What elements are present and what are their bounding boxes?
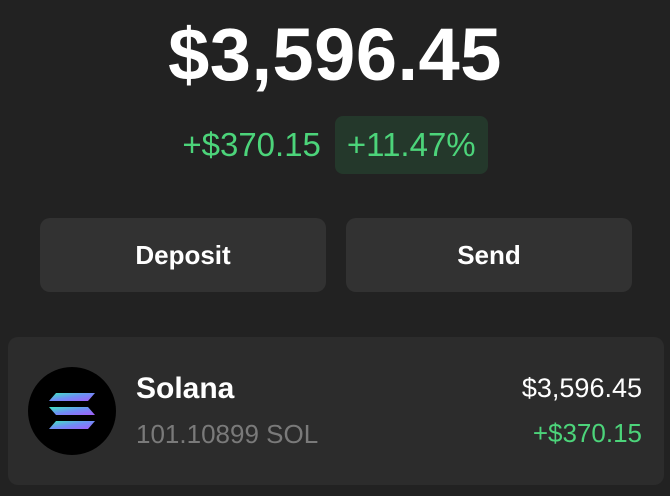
total-balance: $3,596.45 <box>168 13 502 96</box>
token-value: $3,596.45 <box>521 373 642 403</box>
solana-logo-icon <box>28 367 116 455</box>
token-name: Solana <box>136 372 235 405</box>
token-row-solana[interactable]: Solana 101.10899 SOL $3,596.45 +$370.15 <box>8 337 664 485</box>
change-percent-badge: +11.47% <box>334 116 488 174</box>
send-button[interactable]: Send <box>346 218 632 292</box>
change-amount: +$370.15 <box>182 126 321 163</box>
balance-change-row: +$370.15 +11.47% <box>0 116 670 174</box>
action-buttons: Deposit Send <box>40 218 632 292</box>
token-change: +$370.15 <box>532 418 642 448</box>
deposit-button[interactable]: Deposit <box>40 218 326 292</box>
token-amount: 101.10899 SOL <box>136 419 319 449</box>
